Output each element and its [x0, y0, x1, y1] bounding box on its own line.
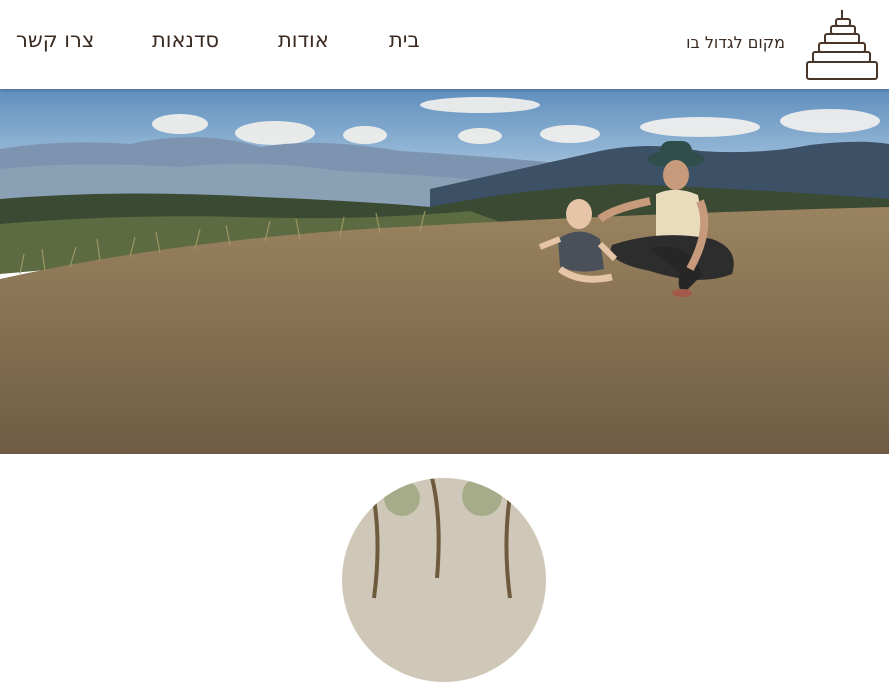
nav-contact-link[interactable]: צרו קשר	[16, 28, 94, 52]
nav-home-link[interactable]: בית	[389, 28, 420, 52]
stacking-rings-toy-icon[interactable]	[804, 7, 880, 83]
nav-workshops-link[interactable]: סדנאות	[152, 28, 219, 52]
nav-about-link[interactable]: אודות	[278, 28, 329, 52]
hero-image	[0, 89, 889, 454]
brand-name[interactable]: מקום לגדול בו	[686, 33, 785, 52]
site-header: מקום לגדול בו בית אודות סדנאות צרו קשר	[0, 0, 889, 89]
circle-photo	[342, 478, 546, 682]
